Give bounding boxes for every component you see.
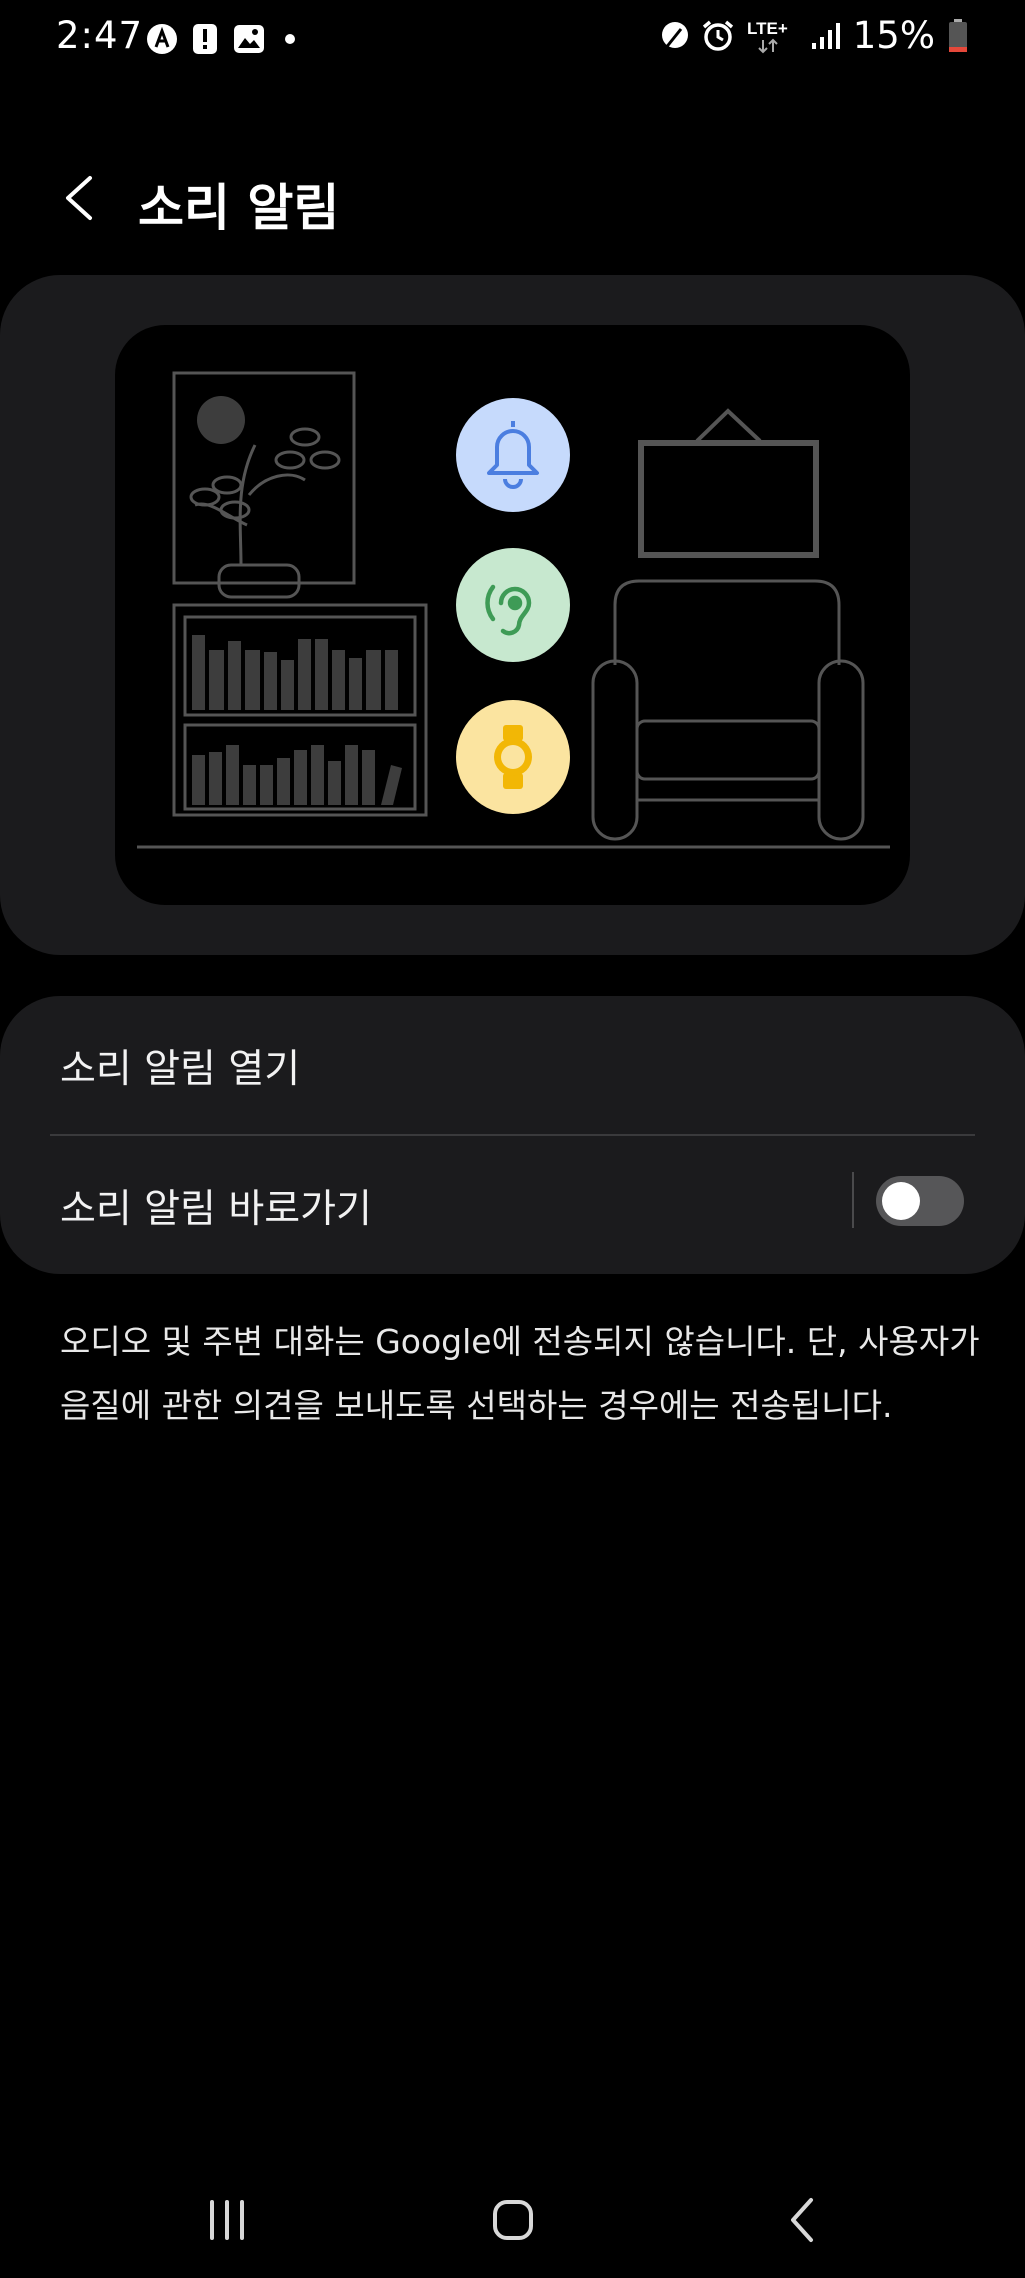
toggle-divider	[852, 1172, 854, 1228]
battery-icon	[949, 18, 967, 52]
alert-icon	[193, 24, 217, 54]
recent-apps-button[interactable]	[192, 2190, 262, 2250]
armchair	[613, 579, 841, 665]
status-right-icons: LTE+ 15%	[659, 14, 969, 57]
shortcut-label: 소리 알림 바로가기	[60, 1187, 372, 1232]
status-time: 2:47	[56, 14, 144, 57]
wall-frame	[638, 440, 819, 558]
back-nav-button[interactable]	[768, 2190, 838, 2250]
signal-icon	[811, 22, 840, 49]
back-icon	[791, 2198, 813, 2242]
status-bar: 2:47 LTE+ 15%	[0, 0, 1025, 76]
shortcut-toggle[interactable]	[876, 1176, 964, 1226]
watch-feature	[456, 700, 570, 814]
settings-card: 소리 알림 열기 소리 알림 바로가기	[0, 996, 1025, 1274]
home-icon	[493, 2200, 533, 2240]
header: 소리 알림	[0, 150, 1025, 250]
room-illustration	[137, 371, 890, 849]
recent-apps-icon	[210, 2200, 244, 2240]
ear-feature	[456, 548, 570, 662]
bell-feature	[456, 398, 570, 512]
back-chevron-icon	[66, 176, 92, 220]
sound-notifications-shortcut-row[interactable]: 소리 알림 바로가기	[0, 1136, 1025, 1274]
navigation-bar	[0, 2170, 1025, 2270]
gallery-icon	[234, 25, 264, 53]
description-line-2: 음질에 관한 의견을 보내도록 선택하는 경우에는 전송됩니다.	[60, 1386, 893, 1425]
open-sound-notifications-label: 소리 알림 열기	[60, 1047, 301, 1092]
status-left-icons	[146, 22, 300, 56]
privacy-description: 오디오 및 주변 대화는 Google에 전송되지 않습니다. 단, 사용자가 …	[60, 1310, 980, 1438]
alarm-icon	[702, 20, 733, 51]
illustration	[115, 325, 910, 905]
home-button[interactable]	[478, 2190, 548, 2250]
back-button[interactable]	[52, 166, 112, 230]
sun-circle	[197, 396, 245, 444]
lte-icon: LTE+	[747, 19, 788, 53]
open-sound-notifications-row[interactable]: 소리 알림 열기	[0, 996, 1025, 1134]
battery-percent: 15%	[852, 14, 935, 57]
plant-frame	[172, 371, 356, 585]
leaf-icon	[661, 21, 688, 50]
page-title: 소리 알림	[138, 179, 340, 237]
toggle-knob	[882, 1182, 920, 1220]
dot-icon	[285, 34, 295, 44]
lte-text: LTE+	[747, 19, 788, 38]
description-line-1: 오디오 및 주변 대화는 Google에 전송되지 않습니다. 단, 사용자가	[60, 1322, 980, 1361]
illustration-card	[0, 275, 1025, 955]
accessibility-a-icon	[147, 24, 177, 54]
